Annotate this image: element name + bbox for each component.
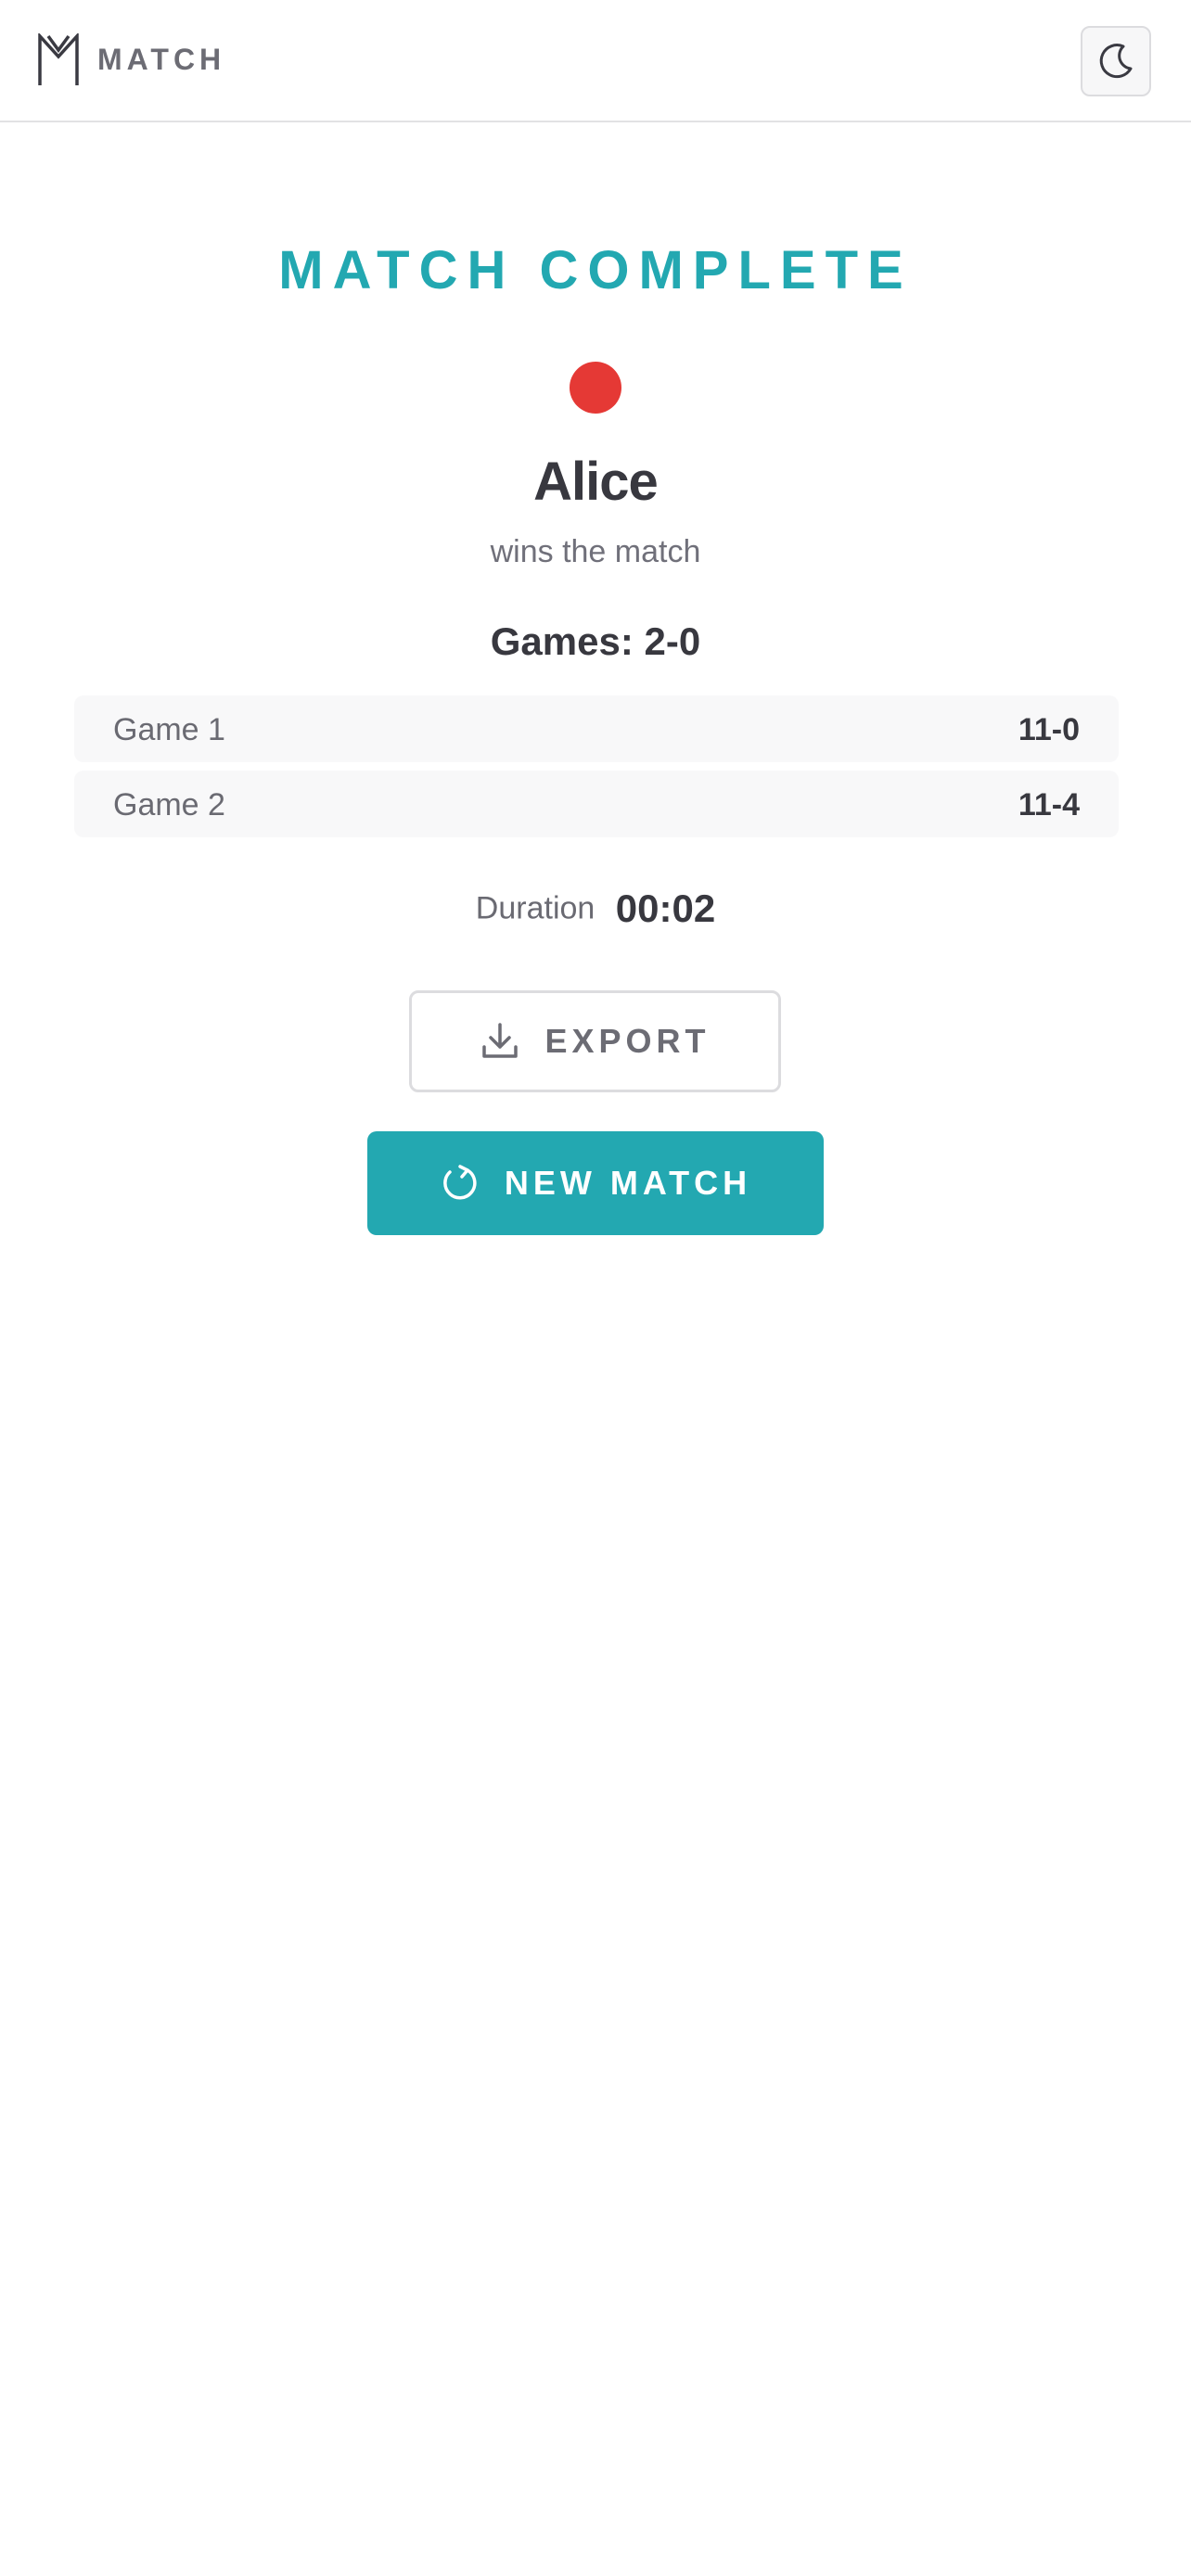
- export-button-label: EXPORT: [544, 1022, 711, 1060]
- theme-toggle-button[interactable]: [1081, 26, 1151, 96]
- winner-color-dot: [570, 362, 621, 414]
- match-complete-title: MATCH COMPLETE: [278, 240, 913, 300]
- game-row-2: Game 2 11-4: [74, 771, 1119, 837]
- download-icon: [480, 1021, 520, 1062]
- brand-name: MATCH: [97, 43, 226, 76]
- game-row-1: Game 1 11-0: [74, 695, 1119, 762]
- moon-icon: [1095, 41, 1136, 82]
- m-logo-icon[interactable]: [37, 33, 80, 87]
- refresh-icon: [440, 1163, 480, 1204]
- game-label: Game 2: [113, 787, 225, 823]
- export-button[interactable]: EXPORT: [409, 990, 781, 1092]
- new-match-button[interactable]: NEW MATCH: [367, 1131, 824, 1235]
- new-match-button-label: NEW MATCH: [504, 1164, 752, 1202]
- game-score: 11-0: [1018, 712, 1080, 747]
- duration: Duration 00:02: [0, 886, 1191, 931]
- game-label: Game 1: [113, 712, 225, 747]
- game-score: 11-4: [1018, 787, 1080, 823]
- games-summary: Games: 2-0: [490, 619, 701, 663]
- winner-name: Alice: [533, 452, 659, 512]
- winner-subtitle: wins the match: [490, 534, 701, 569]
- app-header: MATCH: [0, 0, 1191, 122]
- duration-value: 00:02: [615, 886, 716, 930]
- duration-label: Duration: [475, 890, 596, 926]
